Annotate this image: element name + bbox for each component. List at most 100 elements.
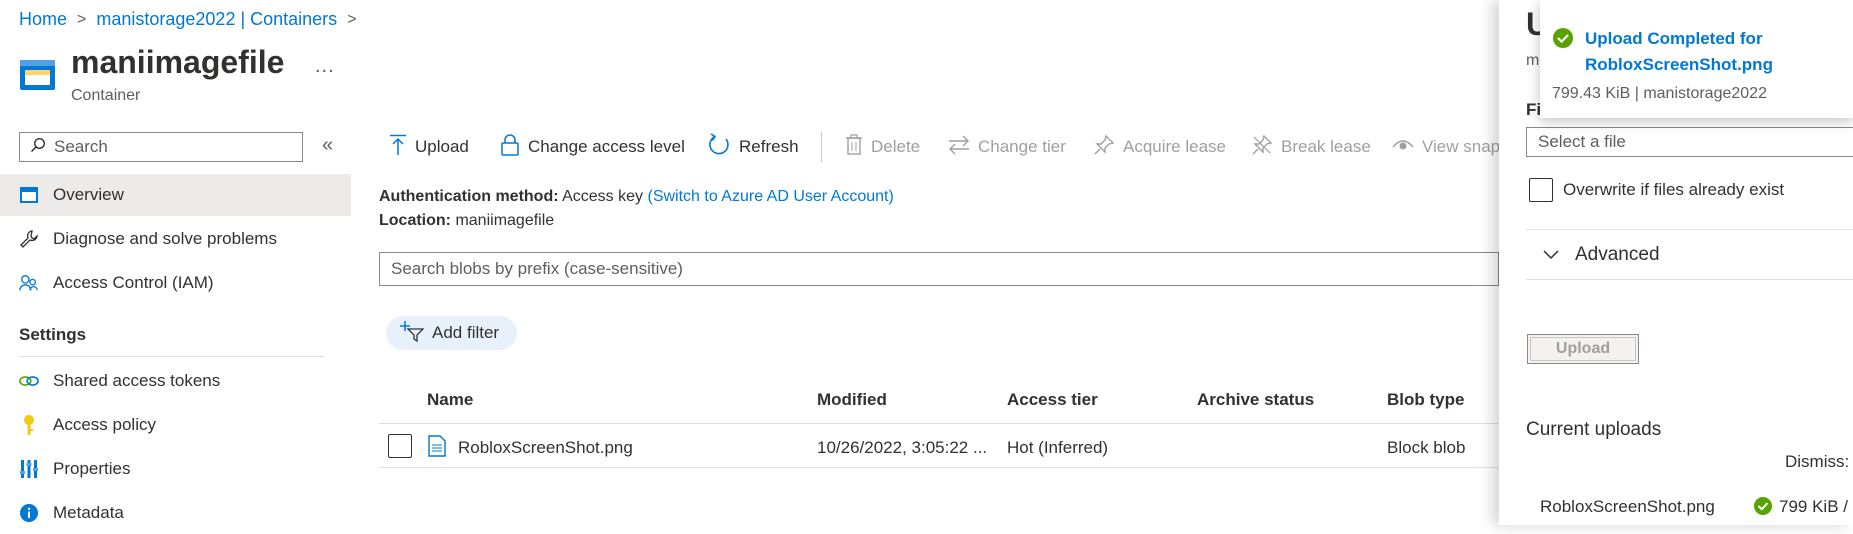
delete-label: Delete [871,137,921,156]
refresh-button[interactable]: Refresh [707,132,799,162]
sidebar-search[interactable] [19,132,303,162]
column-header-archive-status[interactable]: Archive status [1197,390,1314,410]
column-header-access-tier[interactable]: Access tier [1007,390,1098,410]
current-uploads-heading: Current uploads [1526,419,1662,440]
row-checkbox[interactable] [388,434,412,458]
sidebar-item-overview[interactable]: Overview [0,174,351,216]
sidebar-search-input[interactable] [52,136,286,158]
blob-search-input[interactable] [380,253,1498,285]
container-icon [19,58,56,92]
upload-item-size: 799 KiB / [1779,497,1848,516]
breadcrumb-home-link[interactable]: Home [19,9,67,30]
advanced-section-toggle[interactable]: Advanced [1543,244,1660,266]
sidebar-item-diagnose[interactable]: Diagnose and solve problems [0,218,351,260]
refresh-label: Refresh [739,137,799,156]
sidebar-item-label: Metadata [53,503,124,522]
advanced-label: Advanced [1575,244,1660,265]
divider [379,423,1499,424]
add-filter-label: Add filter [432,323,500,342]
refresh-icon [707,132,731,162]
sidebar-item-label: Overview [53,185,124,204]
add-filter-icon [400,320,425,347]
broken-link-icon [1251,134,1273,161]
upload-complete-notification[interactable]: Upload Completed for RobloxScreenShot.pn… [1540,0,1853,118]
acquire-lease-label: Acquire lease [1123,137,1227,156]
blob-type: Block blob [1387,438,1466,457]
breadcrumb: Home > manistorage2022 | Containers > [19,9,357,30]
blob-access-tier: Hot (Inferred) [1007,438,1109,457]
column-header-name[interactable]: Name [427,390,473,410]
divider [19,356,324,357]
auth-label: Authentication method: [379,188,559,205]
eye-icon [1392,137,1414,158]
more-options-button[interactable]: ... [315,55,335,78]
location-value: maniimagefile [455,212,555,229]
notification-title[interactable]: Upload Completed for RobloxScreenShot.pn… [1585,26,1835,78]
sidebar-item-label: Access Control (IAM) [53,273,214,292]
delete-button[interactable]: Delete [845,133,921,161]
change-tier-label: Change tier [978,137,1066,156]
divider [379,467,1499,468]
wrench-icon [19,229,39,249]
change-access-level-button[interactable]: Change access level [500,133,685,161]
file-icon [428,435,446,462]
break-lease-label: Break lease [1281,137,1371,156]
blob-search[interactable] [379,252,1499,286]
lock-icon [500,133,520,161]
collapse-sidebar-button[interactable]: « [322,134,333,157]
toolbar-divider [821,132,822,162]
sidebar-item-metadata[interactable]: Metadata [0,492,351,534]
swap-arrows-icon [948,135,970,160]
dismiss-label[interactable]: Dismiss: [1785,452,1849,472]
pin-icon [1093,134,1115,161]
check-circle-icon [1552,27,1574,54]
overview-icon [19,185,39,205]
key-icon [19,415,39,435]
trash-icon [845,133,863,161]
change-access-level-label: Change access level [528,137,685,156]
column-header-modified[interactable]: Modified [817,390,887,410]
sidebar-item-shared-access-tokens[interactable]: Shared access tokens [0,360,351,402]
page-subtitle: Container [71,87,141,104]
break-lease-button[interactable]: Break lease [1251,134,1371,160]
view-snapshots-button[interactable]: View snap [1392,134,1500,160]
change-tier-button[interactable]: Change tier [948,134,1066,160]
sidebar-item-access-control[interactable]: Access Control (IAM) [0,262,351,304]
upload-icon [389,134,407,161]
chevron-right-icon: > [77,10,87,28]
overwrite-label: Overwrite if files already exist [1563,180,1785,199]
check-circle-icon [1753,496,1773,521]
blob-modified: 10/26/2022, 3:05:22 ... [817,438,988,457]
acquire-lease-button[interactable]: Acquire lease [1093,134,1226,160]
people-icon [19,273,39,293]
chevron-right-icon: > [347,10,357,28]
upload-button[interactable]: Upload [389,134,469,160]
info-icon [19,503,39,523]
location: Location: maniimagefile [379,212,554,230]
panel-upload-button[interactable]: Upload [1527,334,1639,364]
upload-label: Upload [415,137,469,156]
search-icon [30,137,46,158]
sidebar-item-properties[interactable]: Properties [0,448,351,490]
breadcrumb-storage-link[interactable]: manistorage2022 | Containers [96,9,337,30]
overwrite-checkbox[interactable] [1529,178,1553,202]
page-title: maniimagefile [71,44,285,80]
settings-heading: Settings [19,325,87,344]
upload-item-file-name: RobloxScreenShot.png [1540,497,1715,516]
divider [1526,229,1853,230]
chevron-down-icon [1543,244,1559,266]
blob-name-link[interactable]: RobloxScreenShot.png [458,438,633,458]
sidebar-item-access-policy[interactable]: Access policy [0,404,351,446]
add-filter-button[interactable]: Add filter [386,316,518,350]
switch-auth-link[interactable]: (Switch to Azure AD User Account) [647,188,893,205]
column-header-blob-type[interactable]: Blob type [1387,390,1464,410]
authentication-method: Authentication method: Access key (Switc… [379,188,894,206]
sidebar-item-label: Properties [53,459,131,478]
sidebar-item-label: Access policy [53,415,156,434]
properties-icon [19,459,39,479]
files-label: Fi [1526,100,1542,119]
file-select-input[interactable]: Select a file [1526,127,1853,157]
auth-value: Access key [562,188,644,205]
sidebar-item-label: Diagnose and solve problems [53,229,277,248]
location-label: Location: [379,212,451,229]
